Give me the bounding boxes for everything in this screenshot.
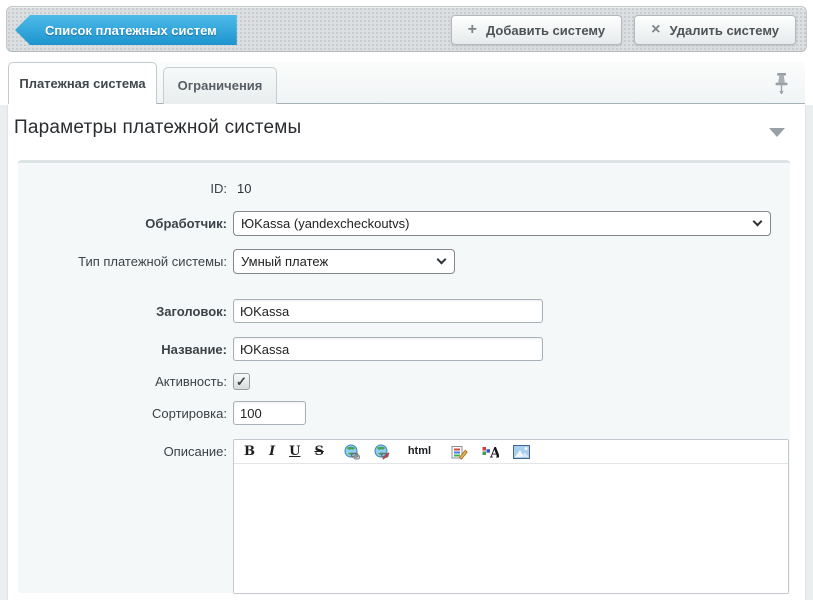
title-input[interactable] — [233, 299, 543, 323]
active-label: Активность: — [18, 374, 227, 389]
field-row-title: Заголовок: — [18, 299, 790, 323]
field-row-name: Название: — [18, 337, 790, 361]
field-row-id: ID: 10 — [18, 179, 790, 197]
handler-select[interactable]: ЮKassa (yandexcheckoutvs) — [233, 211, 771, 236]
section-title: Параметры платежной системы — [14, 117, 301, 139]
field-row-description: Описание: B I U S — [18, 439, 790, 594]
right-gutter — [805, 105, 813, 600]
insert-link-button[interactable] — [342, 444, 362, 460]
delete-system-button[interactable]: × Удалить систему — [634, 15, 796, 45]
image-icon — [513, 445, 530, 459]
toolbar-actions: + Добавить систему × Удалить систему — [451, 15, 796, 45]
payment-type-select[interactable]: Умный платеж — [233, 249, 455, 274]
id-value: 10 — [237, 181, 251, 196]
id-label: ID: — [18, 181, 227, 196]
add-system-label: Добавить систему — [486, 23, 605, 38]
delete-system-label: Удалить систему — [669, 23, 779, 38]
font-color-icon: A — [482, 444, 499, 460]
handler-label: Обработчик: — [18, 216, 227, 231]
bold-button[interactable]: B — [242, 445, 257, 458]
insert-image-button[interactable] — [511, 445, 532, 459]
description-editor-content[interactable] — [234, 464, 788, 593]
sort-input[interactable] — [233, 401, 306, 425]
remove-link-button[interactable] — [372, 444, 392, 460]
checkmark-icon: ✓ — [236, 375, 247, 388]
style-icon — [451, 444, 468, 460]
close-icon: × — [651, 22, 660, 38]
field-row-sort: Сортировка: — [18, 401, 790, 425]
name-input[interactable] — [233, 337, 543, 361]
style-button[interactable] — [449, 444, 470, 460]
pin-tabs-icon[interactable] — [774, 73, 789, 94]
top-toolbar: Список платежных систем + Добавить систе… — [6, 6, 807, 52]
description-label: Описание: — [18, 439, 227, 459]
active-checkbox[interactable]: ✓ — [233, 373, 250, 390]
tab-restrictions[interactable]: Ограничения — [163, 67, 277, 104]
payment-system-form: ID: 10 Обработчик: ЮKassa (yandexcheckou… — [18, 160, 790, 593]
italic-button[interactable]: I — [267, 445, 277, 458]
editor-toolbar: B I U S — [234, 440, 788, 464]
field-row-handler: Обработчик: ЮKassa (yandexcheckoutvs) — [18, 211, 790, 236]
collapse-section-icon[interactable] — [769, 128, 785, 137]
add-system-button[interactable]: + Добавить систему — [451, 15, 622, 45]
svg-text:A: A — [489, 445, 499, 460]
title-label: Заголовок: — [18, 304, 227, 319]
globe-link-icon — [344, 444, 360, 460]
font-color-button[interactable]: A — [480, 444, 501, 460]
left-gutter — [0, 105, 8, 600]
underline-button[interactable]: U — [287, 445, 302, 458]
plus-icon: + — [468, 22, 477, 38]
detail-tabs: Платежная система Ограничения — [8, 62, 805, 104]
html-mode-button[interactable]: html — [406, 446, 433, 457]
description-editor: B I U S — [233, 439, 789, 594]
field-row-active: Активность: ✓ — [18, 372, 790, 390]
strikethrough-button[interactable]: S — [312, 445, 325, 458]
back-to-list-button[interactable]: Список платежных систем — [15, 15, 237, 45]
sort-label: Сортировка: — [18, 406, 227, 421]
field-row-type: Тип платежной системы: Умный платеж — [18, 249, 790, 274]
type-label: Тип платежной системы: — [18, 254, 227, 269]
tab-payment-system[interactable]: Платежная система — [8, 62, 157, 104]
globe-unlink-icon — [374, 444, 390, 460]
name-label: Название: — [18, 342, 227, 357]
